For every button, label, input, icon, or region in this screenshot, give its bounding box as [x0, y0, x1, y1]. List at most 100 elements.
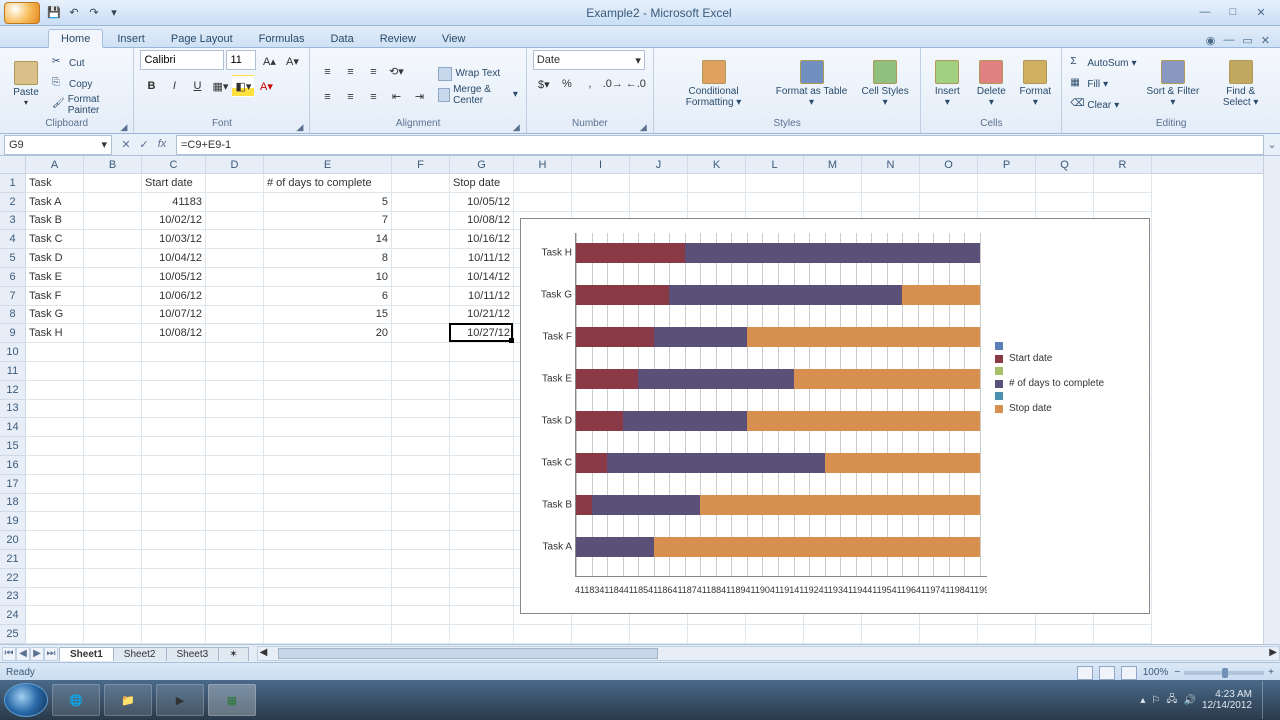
column-header[interactable]: C — [142, 156, 206, 174]
cell[interactable]: 10 — [264, 268, 392, 287]
font-color-button[interactable]: A▾ — [255, 75, 277, 97]
column-headers[interactable]: ABCDEFGHIJKLMNOPQR — [26, 156, 1263, 174]
taskbar-excel-icon[interactable]: ▦ — [208, 684, 256, 716]
dialog-launcher-icon[interactable]: ◢ — [513, 122, 520, 133]
column-header[interactable]: B — [84, 156, 142, 174]
cell[interactable]: 10/03/12 — [142, 230, 206, 249]
worksheet-grid[interactable]: ABCDEFGHIJKLMNOPQR 123456789101112131415… — [0, 156, 1280, 644]
align-center-icon[interactable]: ≡ — [339, 86, 361, 108]
start-button[interactable] — [4, 683, 48, 717]
row-header[interactable]: 13 — [0, 400, 26, 419]
border-button[interactable]: ▦▾ — [209, 75, 231, 97]
row-header[interactable]: 23 — [0, 588, 26, 607]
cell[interactable]: 10/27/12 — [450, 324, 514, 343]
orientation-icon[interactable]: ⟲▾ — [385, 61, 407, 83]
save-icon[interactable]: 💾 — [46, 5, 62, 21]
cell[interactable]: # of days to complete — [264, 174, 392, 193]
row-header[interactable]: 4 — [0, 230, 26, 249]
delete-cells-button[interactable]: Delete▾ — [971, 51, 1011, 117]
accounting-format-icon[interactable]: $▾ — [533, 73, 555, 95]
taskbar-explorer-icon[interactable]: 📁 — [104, 684, 152, 716]
embedded-chart[interactable]: Task HTask GTask FTask ETask DTask CTask… — [520, 218, 1150, 614]
tab-home[interactable]: Home — [48, 29, 103, 48]
chart-legend[interactable]: Start date # of days to complete Stop da… — [995, 339, 1141, 417]
cell[interactable]: Task E — [26, 268, 84, 287]
chevron-down-icon[interactable]: ▾ — [101, 138, 107, 151]
qat-dropdown-icon[interactable]: ▾ — [106, 5, 122, 21]
cell[interactable]: 10/08/12 — [450, 212, 514, 231]
cell[interactable]: Task H — [26, 324, 84, 343]
undo-icon[interactable]: ↶ — [66, 5, 82, 21]
row-header[interactable]: 15 — [0, 437, 26, 456]
column-header[interactable]: G — [450, 156, 514, 174]
bold-button[interactable]: B — [140, 75, 162, 97]
cell[interactable]: 10/07/12 — [142, 306, 206, 325]
tray-volume-icon[interactable]: 🔊 — [1183, 695, 1195, 706]
column-header[interactable]: I — [572, 156, 630, 174]
expand-formula-bar-icon[interactable]: ⌄ — [1264, 138, 1280, 151]
cell[interactable]: 10/02/12 — [142, 212, 206, 231]
format-as-table-button[interactable]: Format as Table ▾ — [771, 51, 852, 117]
cell[interactable]: Task A — [26, 193, 84, 212]
row-header[interactable]: 18 — [0, 494, 26, 513]
row-header[interactable]: 17 — [0, 475, 26, 494]
find-select-button[interactable]: Find & Select ▾ — [1207, 51, 1274, 117]
cell[interactable]: 15 — [264, 306, 392, 325]
tab-page-layout[interactable]: Page Layout — [159, 30, 245, 47]
row-header[interactable]: 1 — [0, 174, 26, 193]
comma-format-icon[interactable]: , — [579, 73, 601, 95]
fx-icon[interactable]: fx — [154, 138, 170, 151]
formula-input[interactable]: =C9+E9-1 — [176, 135, 1264, 155]
column-header[interactable]: O — [920, 156, 978, 174]
dialog-launcher-icon[interactable]: ◢ — [640, 122, 647, 133]
decrease-decimal-icon[interactable]: ←.0 — [625, 73, 647, 95]
cell[interactable]: 6 — [264, 287, 392, 306]
enter-formula-icon[interactable]: ✓ — [136, 138, 152, 151]
sheet-tab-2[interactable]: Sheet2 — [113, 647, 167, 661]
redo-icon[interactable]: ↷ — [86, 5, 102, 21]
increase-indent-icon[interactable]: ⇥ — [408, 86, 430, 108]
tray-show-hidden-icon[interactable]: ▴ — [1140, 695, 1145, 706]
cell[interactable]: Task F — [26, 287, 84, 306]
column-header[interactable]: P — [978, 156, 1036, 174]
cell[interactable]: 10/21/12 — [450, 306, 514, 325]
column-header[interactable]: D — [206, 156, 264, 174]
cell[interactable]: 10/14/12 — [450, 268, 514, 287]
column-header[interactable]: H — [514, 156, 572, 174]
column-header[interactable]: F — [392, 156, 450, 174]
column-header[interactable]: K — [688, 156, 746, 174]
column-header[interactable]: R — [1094, 156, 1152, 174]
insert-cells-button[interactable]: Insert▾ — [927, 51, 967, 117]
row-header[interactable]: 14 — [0, 418, 26, 437]
row-headers[interactable]: 1234567891011121314151617181920212223242… — [0, 174, 26, 644]
last-sheet-icon[interactable]: ⏭ — [44, 647, 58, 661]
row-header[interactable]: 11 — [0, 362, 26, 381]
font-size-input[interactable] — [226, 50, 256, 70]
close-button[interactable]: ✕ — [1252, 6, 1270, 19]
autosum-button[interactable]: ΣAutoSum ▾ — [1068, 53, 1138, 73]
zoom-in-icon[interactable]: + — [1268, 667, 1274, 678]
cell[interactable]: 10/05/12 — [142, 268, 206, 287]
tab-formulas[interactable]: Formulas — [247, 30, 317, 47]
show-desktop-button[interactable] — [1262, 681, 1272, 719]
font-name-input[interactable] — [140, 50, 224, 70]
tab-review[interactable]: Review — [368, 30, 428, 47]
row-header[interactable]: 5 — [0, 249, 26, 268]
cell[interactable]: 41183 — [142, 193, 206, 212]
row-header[interactable]: 6 — [0, 268, 26, 287]
close-workbook-icon[interactable]: ✕ — [1261, 34, 1270, 47]
tab-insert[interactable]: Insert — [105, 30, 157, 47]
merge-center-button[interactable]: Merge & Center ▾ — [436, 85, 519, 105]
cell[interactable]: Task — [26, 174, 84, 193]
system-clock[interactable]: 4:23 AM12/14/2012 — [1202, 689, 1252, 711]
grow-font-icon[interactable]: A▴ — [258, 50, 280, 72]
tray-flag-icon[interactable]: ⚐ — [1151, 695, 1160, 706]
zoom-slider[interactable] — [1184, 671, 1264, 675]
row-header[interactable]: 3 — [0, 212, 26, 231]
normal-view-icon[interactable] — [1077, 666, 1093, 680]
row-header[interactable]: 24 — [0, 606, 26, 625]
sheet-tab-1[interactable]: Sheet1 — [59, 647, 114, 661]
cancel-formula-icon[interactable]: ✕ — [118, 138, 134, 151]
align-top-icon[interactable]: ≡ — [316, 61, 338, 83]
tray-network-icon[interactable]: 🖧 — [1166, 692, 1177, 709]
